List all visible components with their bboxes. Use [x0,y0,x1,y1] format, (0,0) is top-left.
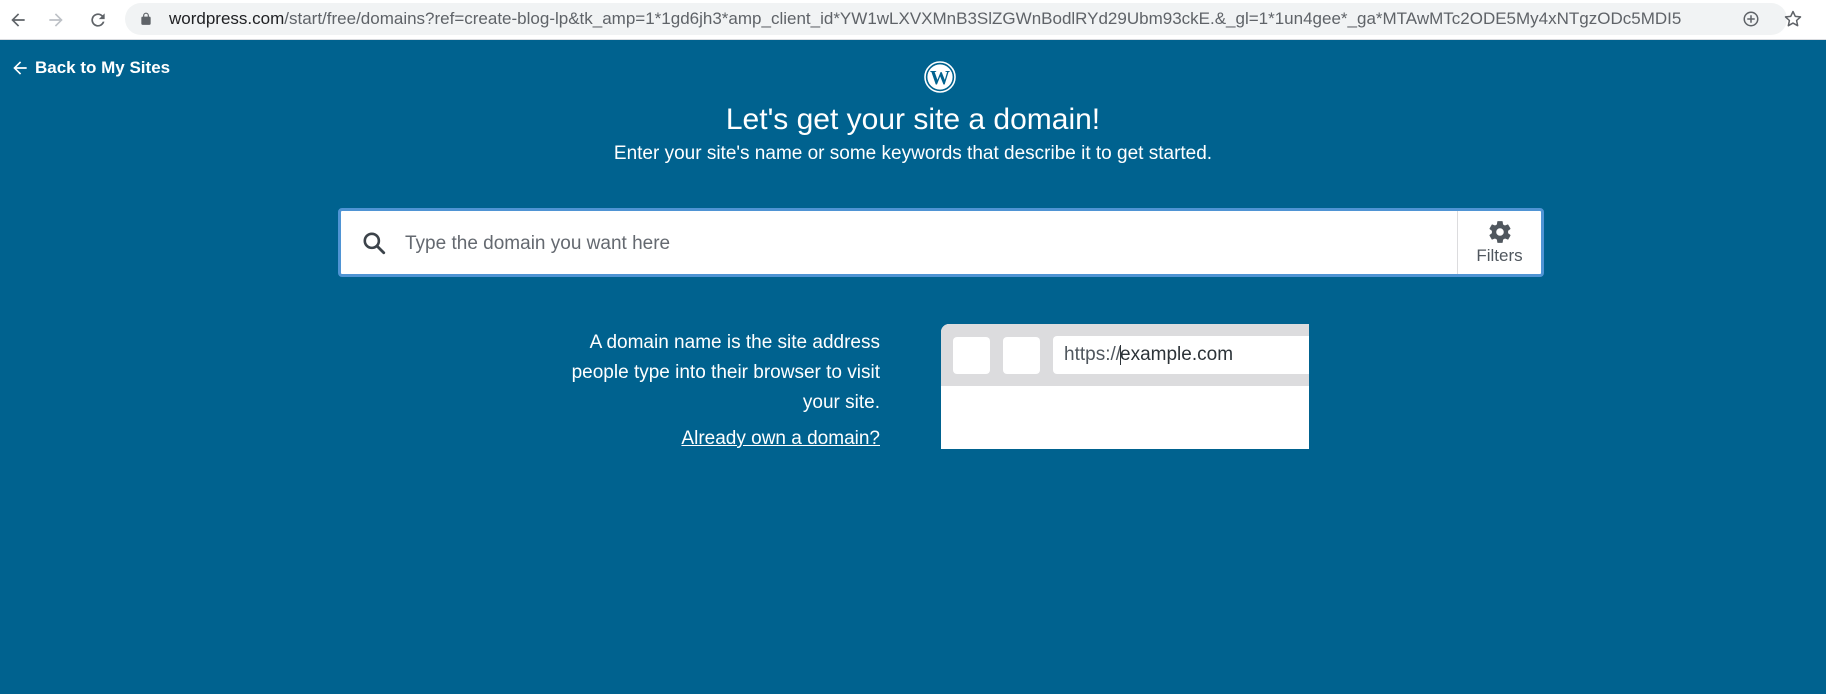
browser-toolbar: wordpress.com/start/free/domains?ref=cre… [0,0,1826,40]
domain-search-input[interactable] [403,211,1447,276]
back-to-my-sites-label: Back to My Sites [35,58,171,77]
svg-text:W: W [930,67,950,89]
back-to-my-sites-link[interactable]: Back to My Sites [10,58,170,78]
filters-button[interactable]: Filters [1457,211,1541,274]
url-host: wordpress.com [169,9,285,28]
wordpress-logo-icon: W [924,61,956,93]
illustration-button [1003,337,1040,374]
back-arrow-icon[interactable] [4,6,32,34]
illustration-url-prefix: https:// [1064,344,1122,365]
illustration-url-field: https://example.com [1053,336,1309,374]
reload-icon[interactable] [84,6,112,34]
domain-search-box: Filters [338,208,1544,277]
filters-label: Filters [1476,246,1523,265]
url-path: /start/free/domains?ref=create-blog-lp&t… [284,9,1682,28]
url-text[interactable]: wordpress.com/start/free/domains?ref=cre… [169,3,1729,35]
page-title: Let's get your site a domain! [725,103,1101,136]
illustration-button [953,337,990,374]
domain-explanation-text: A domain name is the site address people… [571,332,880,413]
lock-icon[interactable] [139,12,153,26]
browser-illustration: https://example.com [941,324,1309,449]
star-icon[interactable] [1783,9,1803,29]
illustration-url-domain: example.com [1120,344,1234,365]
address-bar[interactable]: wordpress.com/start/free/domains?ref=cre… [125,3,1787,35]
page-subtitle: Enter your site's name or some keywords … [613,143,1213,164]
forward-arrow-icon[interactable] [42,6,70,34]
gear-icon [1488,221,1511,243]
arrow-left-icon [13,61,27,75]
zoom-icon[interactable] [1741,9,1761,29]
search-icon[interactable] [361,230,387,256]
already-own-domain-link[interactable]: Already own a domain? [560,428,880,450]
